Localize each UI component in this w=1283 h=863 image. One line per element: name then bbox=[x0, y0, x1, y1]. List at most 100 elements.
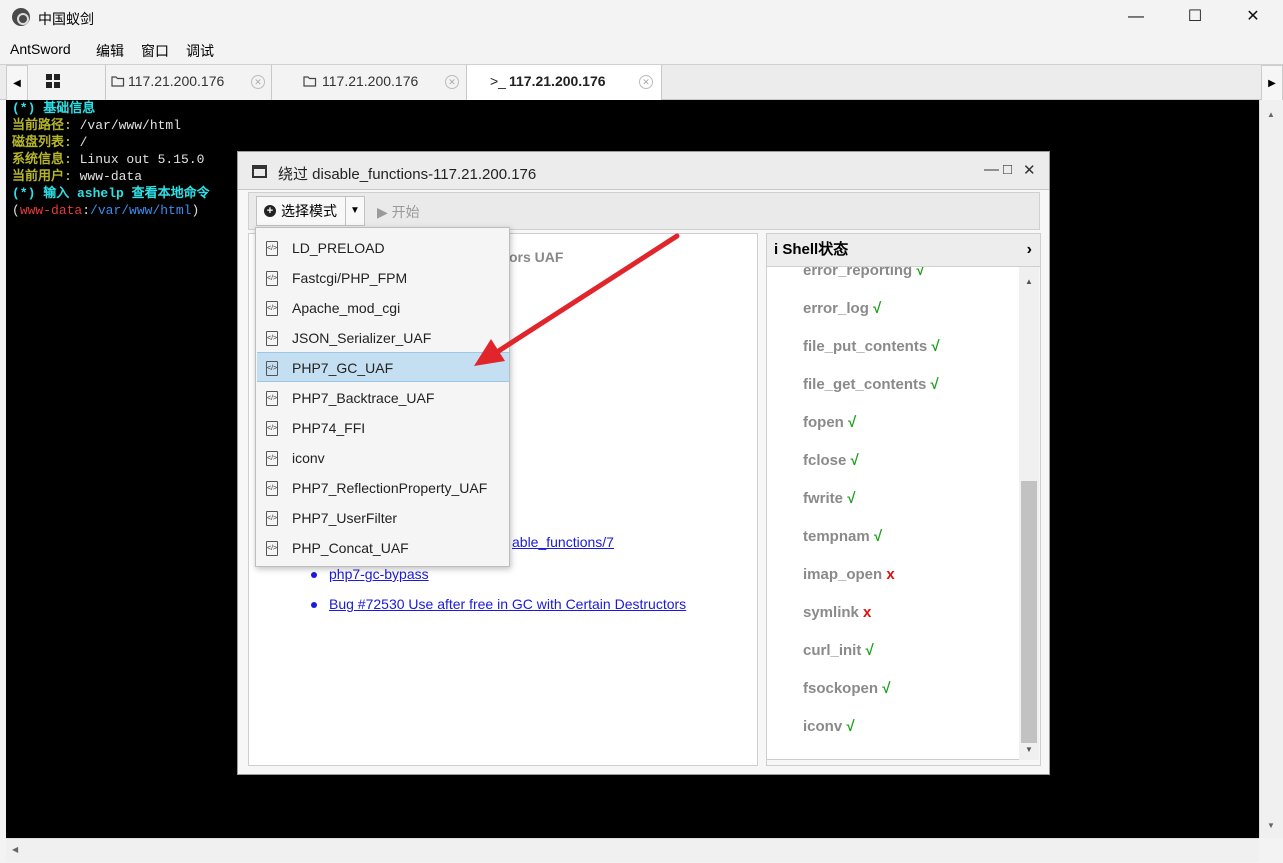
php-file-icon: </> bbox=[266, 241, 278, 256]
chevron-down-icon[interactable]: ▼ bbox=[345, 196, 365, 226]
terminal-line: (*) 输入 ashelp 查看本地命令 bbox=[12, 186, 210, 201]
dialog-title: 绕过 disable_functions-117.21.200.176 bbox=[278, 166, 537, 183]
tab-close-icon[interactable]: ✕ bbox=[639, 75, 653, 89]
list-item: curl_init √ bbox=[803, 642, 874, 659]
menu-item-php7-reflectionproperty-uaf[interactable]: </> PHP7_ReflectionProperty_UAF bbox=[257, 473, 509, 503]
list-item: fwrite √ bbox=[803, 490, 856, 507]
dialog-close-button[interactable]: ✕ bbox=[1023, 161, 1036, 179]
terminal-label: 当前路径: bbox=[12, 118, 72, 133]
list-item: iconv √ bbox=[803, 718, 855, 735]
reference-link[interactable]: Bug #72530 Use after free in GC with Cer… bbox=[329, 596, 686, 612]
select-mode-label: 选择模式 bbox=[281, 203, 337, 219]
chevron-right-icon[interactable]: › bbox=[1027, 234, 1032, 266]
php-file-icon: </> bbox=[266, 301, 278, 316]
menu-edit[interactable]: 编辑 bbox=[96, 41, 124, 61]
tab-label: 117.21.200.176 bbox=[509, 73, 606, 89]
list-item[interactable]: Bug #72530 Use after free in GC with Cer… bbox=[310, 596, 686, 612]
start-button[interactable]: ▶ 开始 bbox=[377, 202, 420, 222]
list-item: fclose √ bbox=[803, 452, 859, 469]
terminal-label: 磁盘列表: bbox=[12, 135, 72, 150]
tab-scroll-right-icon[interactable]: ▶ bbox=[1261, 65, 1283, 101]
menu-item-php74-ffi[interactable]: </> PHP74_FFI bbox=[257, 413, 509, 443]
php-file-icon: </> bbox=[266, 331, 278, 346]
dialog-minimize-button[interactable]: — bbox=[984, 161, 999, 178]
terminal-label: 当前用户: bbox=[12, 169, 72, 184]
list-item: imap_open x bbox=[803, 566, 895, 583]
terminal-line: (*) 基础信息 bbox=[12, 101, 96, 116]
mode-dropdown-menu: </> LD_PRELOAD </> Fastcgi/PHP_FPM </> Apac… bbox=[255, 227, 510, 567]
shell-status-panel: i Shell状态 › error_reporting √ error_log … bbox=[766, 233, 1041, 766]
dialog-toolbar: + 选择模式 ▼ ▶ 开始 bbox=[248, 192, 1040, 230]
prompt-user: www-data bbox=[19, 203, 83, 218]
terminal-icon: >_ bbox=[490, 73, 506, 89]
php-file-icon: </> bbox=[266, 391, 278, 406]
terminal-value: / bbox=[71, 135, 88, 150]
list-item: fopen √ bbox=[803, 414, 857, 431]
shell-status-title: Shell状态 bbox=[782, 241, 849, 258]
terminal-value: www-data bbox=[71, 169, 143, 184]
php-file-icon: </> bbox=[266, 511, 278, 526]
minimize-button[interactable]: — bbox=[1107, 0, 1165, 34]
tab-label: 117.21.200.176 bbox=[128, 73, 225, 89]
tab-bar: ◀ 117.21.200.176 ✕ 117.21.200.176 ✕ >_ 1… bbox=[0, 64, 1283, 101]
list-item: tempnam √ bbox=[803, 528, 883, 545]
list-item: file_get_contents √ bbox=[803, 376, 939, 393]
tab-label: 117.21.200.176 bbox=[322, 73, 419, 89]
reference-link[interactable]: able_functions/7 bbox=[512, 534, 614, 550]
menu-item-php7-backtrace-uaf[interactable]: </> PHP7_Backtrace_UAF bbox=[257, 383, 509, 413]
folder-icon bbox=[303, 76, 317, 87]
tab-terminal[interactable]: >_ 117.21.200.176 ✕ bbox=[467, 65, 662, 100]
maximize-button[interactable]: ☐ bbox=[1166, 0, 1224, 34]
list-item: fsockopen √ bbox=[803, 680, 891, 697]
window-titlebar: 中国蚁剑 — ☐ ✕ bbox=[0, 0, 1283, 36]
menu-window[interactable]: 窗口 bbox=[141, 41, 169, 61]
tab-close-icon[interactable]: ✕ bbox=[445, 75, 459, 89]
close-button[interactable]: ✕ bbox=[1224, 0, 1282, 34]
terminal-vertical-scrollbar[interactable]: ▲ ▼ bbox=[1259, 100, 1283, 838]
menu-debug[interactable]: 调试 bbox=[186, 41, 214, 61]
prompt-path: /var/www/html bbox=[90, 203, 192, 218]
terminal-label: 系统信息: bbox=[12, 152, 72, 167]
tab-close-icon[interactable]: ✕ bbox=[251, 75, 265, 89]
app-title: 中国蚁剑 bbox=[38, 11, 94, 27]
menu-item-json-serializer-uaf[interactable]: </> JSON_Serializer_UAF bbox=[257, 323, 509, 353]
menu-item-fastcgi[interactable]: </> Fastcgi/PHP_FPM bbox=[257, 263, 509, 293]
tab-home[interactable] bbox=[28, 65, 106, 100]
reference-link[interactable]: php7-gc-bypass bbox=[329, 566, 429, 582]
php-file-icon: </> bbox=[266, 481, 278, 496]
menu-item-php7-userfilter[interactable]: </> PHP7_UserFilter bbox=[257, 503, 509, 533]
window-icon bbox=[252, 165, 267, 178]
list-item[interactable]: able_functions/7 bbox=[494, 534, 614, 550]
menu-item-ld-preload[interactable]: </> LD_PRELOAD bbox=[257, 233, 509, 263]
folder-icon bbox=[111, 76, 125, 87]
info-icon: i bbox=[774, 241, 779, 258]
menu-item-php7-gc-uaf[interactable]: </> PHP7_GC_UAF bbox=[257, 352, 509, 382]
menu-antsword[interactable]: AntSword bbox=[10, 41, 71, 57]
php-file-icon: </> bbox=[266, 451, 278, 466]
list-item[interactable]: php7-gc-bypass bbox=[311, 566, 429, 582]
dialog-maximize-button[interactable]: □ bbox=[1003, 161, 1012, 178]
list-item: symlink x bbox=[803, 604, 872, 621]
php-file-icon: </> bbox=[266, 361, 278, 376]
menu-item-apache-mod-cgi[interactable]: </> Apache_mod_cgi bbox=[257, 293, 509, 323]
list-item: error_reporting √ bbox=[803, 267, 925, 279]
terminal-horizontal-scrollbar[interactable]: ◀ bbox=[6, 838, 1259, 862]
menu-item-php-concat-uaf[interactable]: </> PHP_Concat_UAF bbox=[257, 533, 509, 563]
tab-folder-1[interactable]: 117.21.200.176 ✕ bbox=[106, 65, 272, 100]
antsword-logo-icon bbox=[12, 8, 30, 26]
php-file-icon: </> bbox=[266, 271, 278, 286]
tab-scroll-left-icon[interactable]: ◀ bbox=[6, 65, 28, 101]
tab-folder-2[interactable]: 117.21.200.176 ✕ bbox=[272, 65, 467, 100]
menu-item-iconv[interactable]: </> iconv bbox=[257, 443, 509, 473]
mode-title: ors UAF bbox=[509, 249, 564, 265]
dialog-header[interactable]: 绕过 disable_functions-117.21.200.176 — □ … bbox=[238, 152, 1049, 190]
menu-bar: AntSword 编辑 窗口 调试 bbox=[0, 36, 1283, 64]
terminal-value: Linux out 5.15.0 bbox=[71, 152, 205, 167]
shell-status-header[interactable]: i Shell状态 › bbox=[767, 234, 1040, 267]
grid-icon bbox=[46, 74, 60, 88]
select-mode-button[interactable]: + 选择模式 bbox=[256, 196, 346, 226]
function-status-list[interactable]: error_reporting √ error_log √ file_put_c… bbox=[767, 267, 1019, 760]
php-file-icon: </> bbox=[266, 541, 278, 556]
status-list-scrollbar[interactable]: ▲ ▼ bbox=[1019, 267, 1039, 760]
scrollbar-thumb[interactable] bbox=[1021, 481, 1037, 743]
